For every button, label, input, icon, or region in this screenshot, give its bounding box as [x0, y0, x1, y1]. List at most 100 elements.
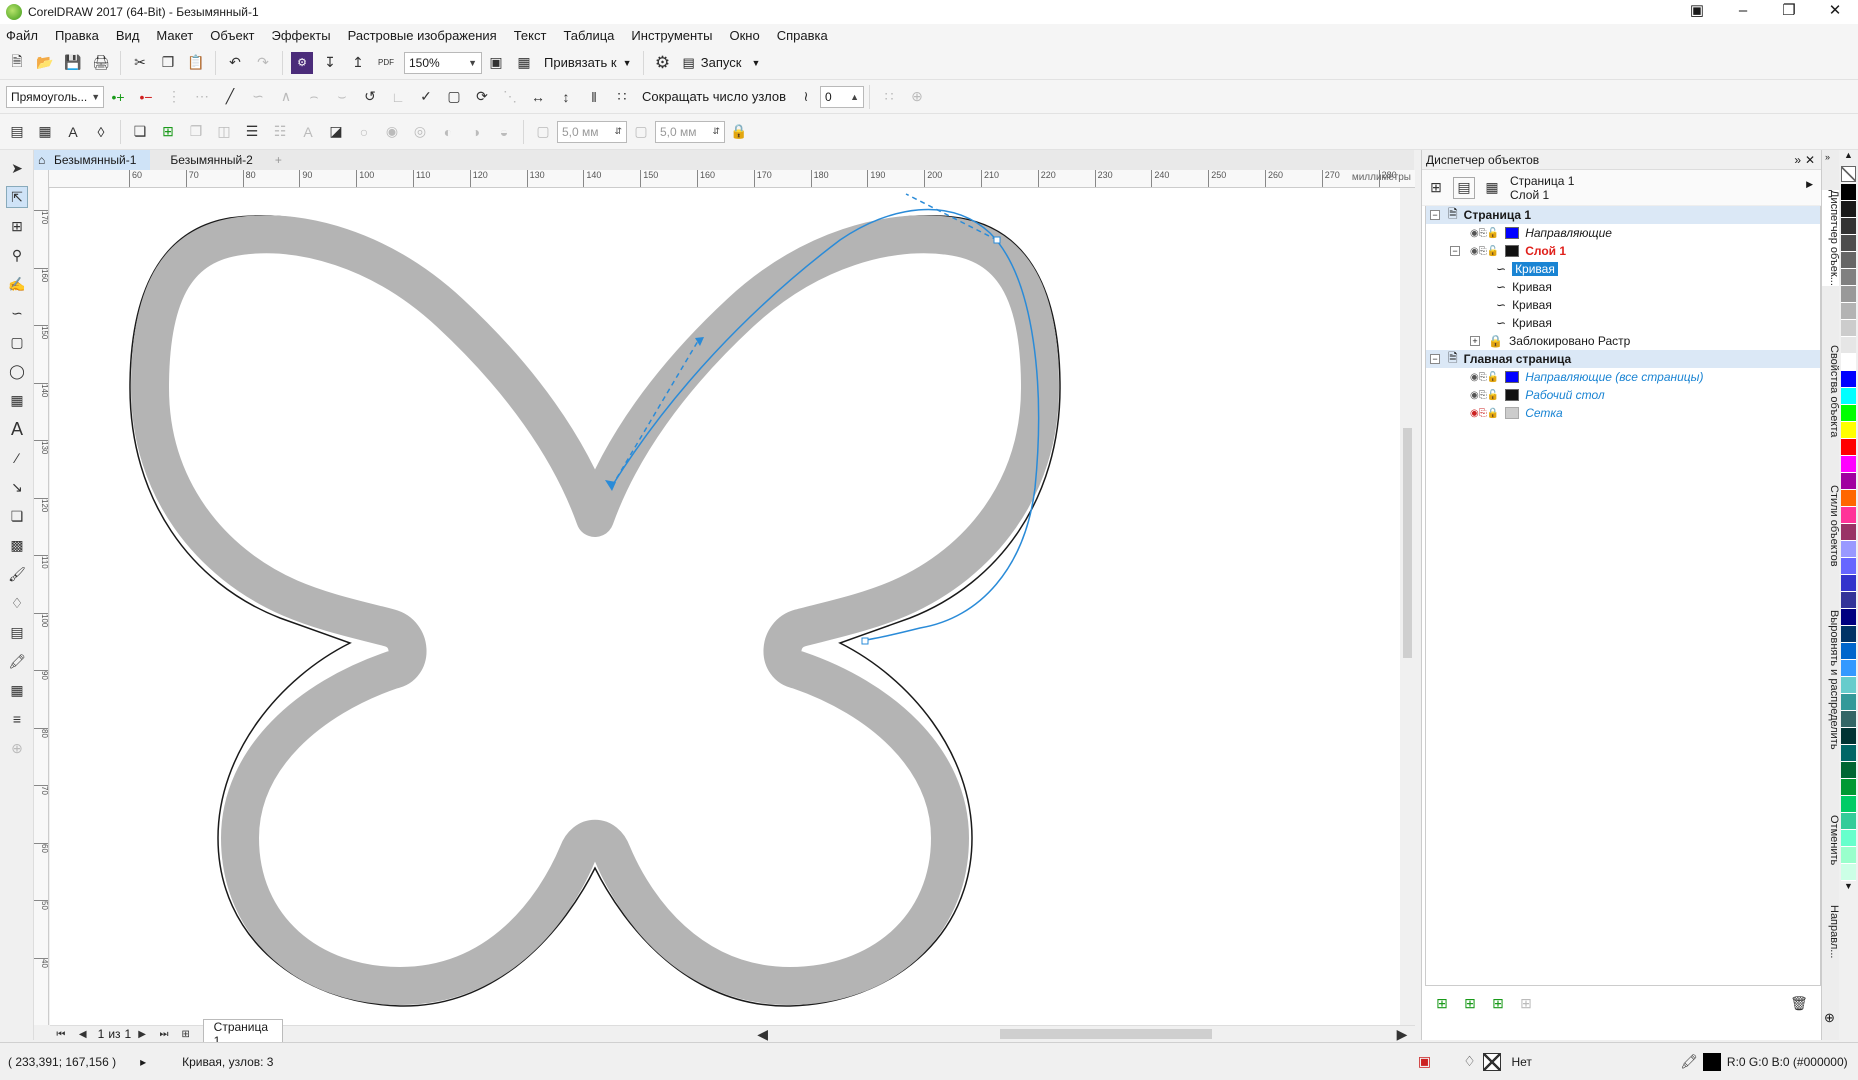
- rectangle-tool-icon[interactable]: ▢: [6, 331, 28, 353]
- vertical-scrollbar[interactable]: [1400, 188, 1415, 1025]
- menu-object[interactable]: Объект: [210, 28, 254, 43]
- copy-object-icon[interactable]: ❐: [185, 121, 207, 143]
- zoom-tool-icon[interactable]: ⚲: [6, 244, 28, 266]
- tab-align-distribute[interactable]: Выровнять и распределить: [1822, 610, 1840, 750]
- palette-swatch[interactable]: [1841, 728, 1856, 745]
- no-color-swatch[interactable]: [1841, 166, 1856, 182]
- tree-layer-1[interactable]: − ◉⎘🔓 Слой 1: [1426, 242, 1820, 260]
- tree-locked-bitmap[interactable]: + 🔒 Заблокировано Растр: [1426, 332, 1820, 350]
- butterfly-gray-curve[interactable]: [131, 215, 1059, 1005]
- palette-swatch[interactable]: [1841, 218, 1856, 235]
- smooth-node-icon[interactable]: ⌢: [303, 86, 325, 108]
- text-frame-icon[interactable]: A: [297, 121, 319, 143]
- palette-swatch[interactable]: [1841, 235, 1856, 252]
- add-toolbar-icon[interactable]: ⊕: [906, 86, 928, 108]
- mirror-v-icon[interactable]: ↕: [555, 86, 577, 108]
- simplify-icon[interactable]: ◐: [437, 121, 459, 143]
- delete-node-icon[interactable]: •−: [135, 86, 157, 108]
- pick-tool-icon[interactable]: ➤: [6, 157, 28, 179]
- palette-swatch[interactable]: [1841, 388, 1856, 405]
- symmetric-node-icon[interactable]: ⌣: [331, 86, 353, 108]
- corner-v-input[interactable]: 5,0 мм ⇵: [655, 120, 725, 143]
- to-line-icon[interactable]: ╱: [219, 86, 241, 108]
- select-all-nodes-icon[interactable]: ∷: [611, 86, 633, 108]
- tree-desktop[interactable]: ◉⎘🔓 Рабочий стол: [1426, 386, 1820, 404]
- node-end-marker[interactable]: [861, 637, 869, 645]
- paste-icon[interactable]: 📋: [185, 52, 207, 74]
- palette-swatch[interactable]: [1841, 592, 1856, 609]
- copy-icon[interactable]: ❐: [157, 52, 179, 74]
- tab-object-manager[interactable]: Диспетчер объек...: [1822, 190, 1840, 286]
- tab-document-2[interactable]: Безымянный-2: [150, 150, 266, 170]
- menu-layout[interactable]: Макет: [156, 28, 193, 43]
- node-grid-icon[interactable]: ∷: [878, 86, 900, 108]
- launch-dropdown[interactable]: ▤ Запуск ▼: [677, 55, 767, 71]
- menu-window[interactable]: Окно: [729, 28, 759, 43]
- full-screen-icon[interactable]: ▣: [485, 52, 507, 74]
- corner-h-input[interactable]: 5,0 мм ⇵: [557, 120, 627, 143]
- expand-toggle[interactable]: +: [1470, 336, 1480, 346]
- palette-swatch[interactable]: [1841, 575, 1856, 592]
- palette-swatch[interactable]: [1841, 660, 1856, 677]
- palette-swatch[interactable]: [1841, 456, 1856, 473]
- import-icon[interactable]: ↧: [319, 52, 341, 74]
- tree-curve-4[interactable]: ∽ Кривая: [1426, 314, 1820, 332]
- freehand-tool-icon[interactable]: ✍: [6, 273, 28, 295]
- tree-master-page[interactable]: − 🗎 Главная страница: [1426, 350, 1820, 368]
- close-button[interactable]: ✕: [1812, 0, 1858, 24]
- palette-swatch[interactable]: [1841, 694, 1856, 711]
- distribute-icon[interactable]: ☷: [269, 121, 291, 143]
- collapse-toggle[interactable]: −: [1450, 246, 1460, 256]
- snap-to-dropdown[interactable]: Привязать к ▼: [538, 55, 638, 70]
- palette-swatch[interactable]: [1841, 439, 1856, 456]
- panel-close-icon[interactable]: ✕: [1805, 150, 1815, 170]
- show-rulers-icon[interactable]: ▦: [513, 52, 535, 74]
- artistic-media-icon[interactable]: ∽: [6, 302, 28, 324]
- palette-swatch[interactable]: [1841, 269, 1856, 286]
- new-tab-button[interactable]: +: [267, 150, 290, 170]
- text-tool-icon[interactable]: A: [6, 418, 28, 440]
- print-icon[interactable]: 🖨: [90, 52, 112, 74]
- palette-swatch[interactable]: [1841, 609, 1856, 626]
- palette-scroll-down-icon[interactable]: ▼: [1839, 881, 1858, 895]
- smart-fill-icon[interactable]: ▤: [6, 621, 28, 643]
- palette-swatch[interactable]: [1841, 813, 1856, 830]
- parallel-dimension-icon[interactable]: ∕: [6, 447, 28, 469]
- palette-swatch[interactable]: [1841, 796, 1856, 813]
- elastic-mode-icon[interactable]: ‖: [583, 86, 605, 108]
- header-menu-arrow-icon[interactable]: ▶: [1806, 179, 1813, 190]
- table-icon[interactable]: ▦: [34, 121, 56, 143]
- transparency-icon[interactable]: ▩: [6, 534, 28, 556]
- color-proof-icon[interactable]: ▣: [1413, 1051, 1435, 1073]
- new-document-icon[interactable]: 🗎: [6, 52, 28, 74]
- palette-swatch[interactable]: [1841, 507, 1856, 524]
- drop-shadow-icon[interactable]: ❏: [6, 505, 28, 527]
- minimize-button[interactable]: –: [1720, 0, 1766, 24]
- visibility-print-lock-icons[interactable]: ◉⎘🔓: [1470, 228, 1499, 239]
- tree-curve-2[interactable]: ∽ Кривая: [1426, 278, 1820, 296]
- palette-swatch[interactable]: [1841, 541, 1856, 558]
- collapse-toggle[interactable]: −: [1430, 210, 1440, 220]
- palette-swatch[interactable]: [1841, 558, 1856, 575]
- align-nodes-icon[interactable]: ⋱: [499, 86, 521, 108]
- palette-swatch[interactable]: [1841, 201, 1856, 218]
- eyedropper-icon[interactable]: 🖌: [6, 563, 28, 585]
- tab-object-properties[interactable]: Свойства объекта: [1822, 345, 1840, 437]
- text-a-icon[interactable]: A: [62, 121, 84, 143]
- maximize-button[interactable]: ❐: [1766, 0, 1812, 24]
- stretch-nodes-icon[interactable]: ▢: [443, 86, 465, 108]
- help-icon[interactable]: ▣: [1674, 0, 1720, 24]
- search-content-icon[interactable]: ⚙: [291, 51, 313, 74]
- palette-swatch[interactable]: [1841, 320, 1856, 337]
- horizontal-scroll-thumb[interactable]: [1000, 1029, 1213, 1039]
- menu-tools[interactable]: Инструменты: [631, 28, 712, 43]
- collapse-toggle[interactable]: −: [1430, 354, 1440, 364]
- join-nodes-icon[interactable]: ⋮: [163, 86, 185, 108]
- selection-mode-combo[interactable]: Прямоуголь... ▼: [6, 85, 104, 108]
- butterfly-outer-outline[interactable]: [129, 215, 1061, 1007]
- layer-view-icon[interactable]: ▦: [1481, 177, 1503, 199]
- reverse-direction-icon[interactable]: ↺: [359, 86, 381, 108]
- ellipse-tool-icon[interactable]: ◯: [6, 360, 28, 382]
- visibility-print-lock-icons[interactable]: ◉⎘🔓: [1470, 390, 1499, 401]
- palette-swatch[interactable]: [1841, 303, 1856, 320]
